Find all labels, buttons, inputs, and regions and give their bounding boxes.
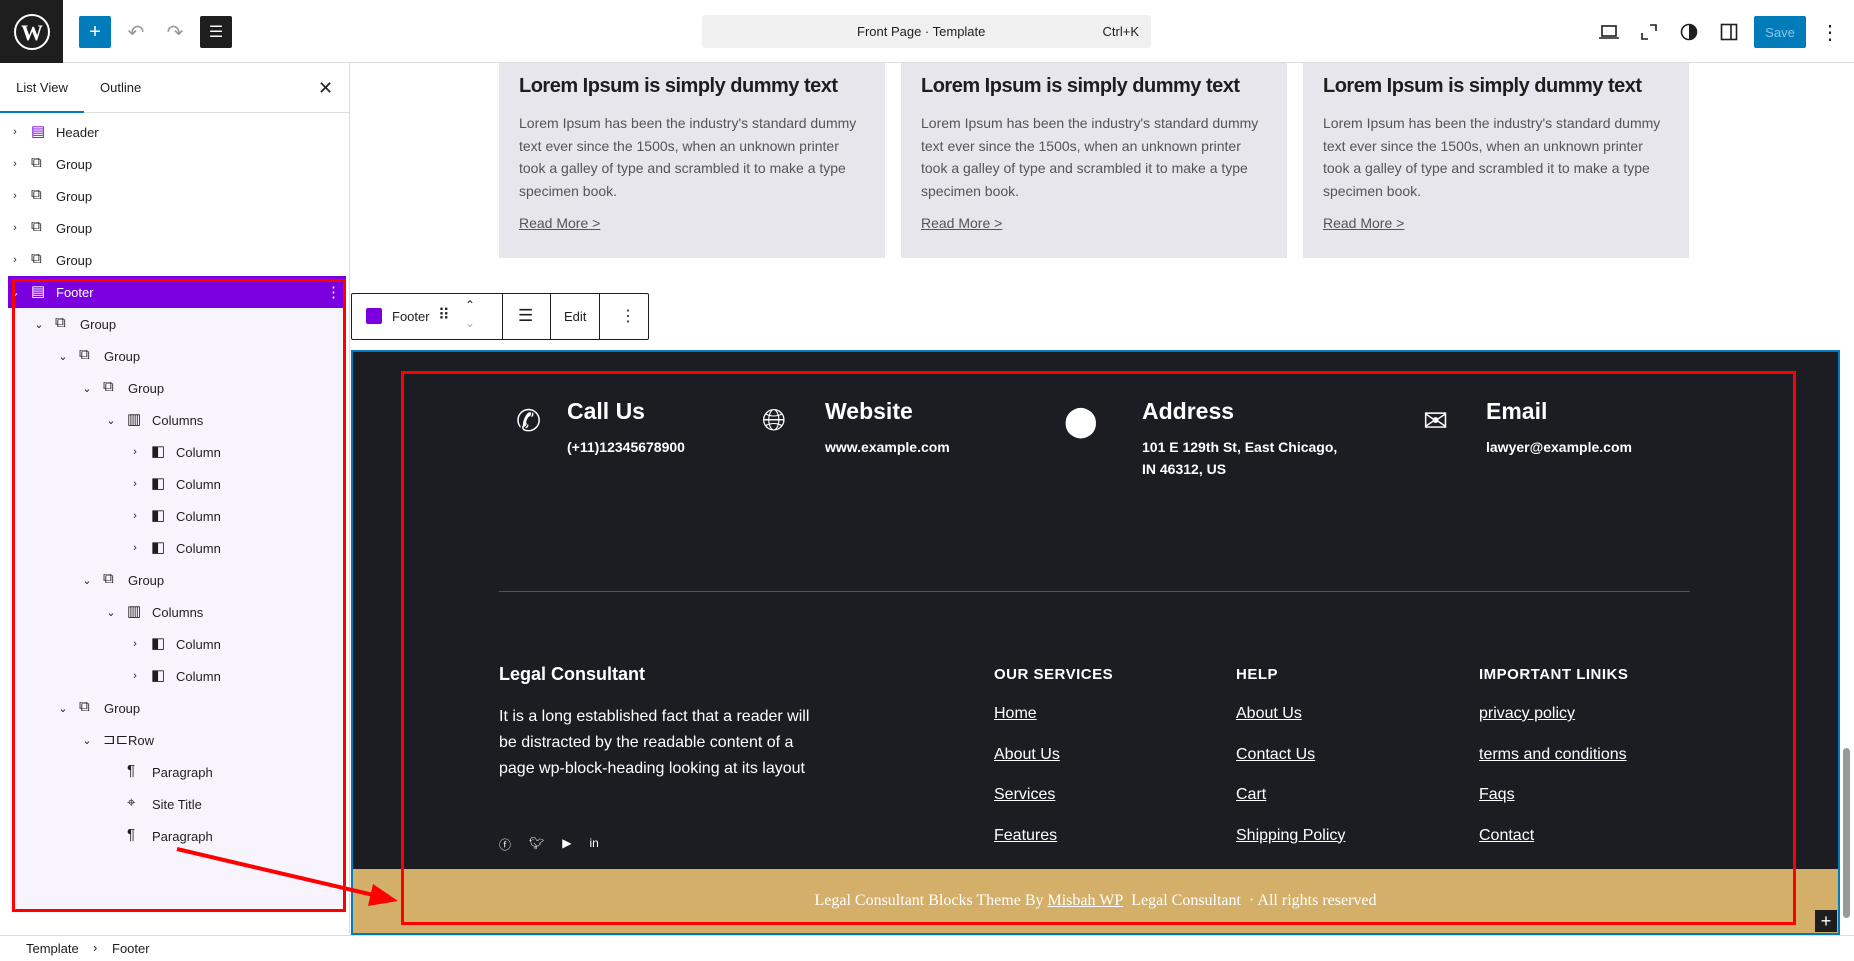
options-menu-icon[interactable]: ⋮ [1814, 16, 1846, 48]
tree-item-label: Group [56, 188, 93, 204]
tree-item-group[interactable]: › ⧉ Group [0, 244, 346, 276]
editor-canvas: Lorem Ipsum is simply dummy text Lorem Ip… [351, 63, 1840, 935]
annotation-highlight-box [12, 279, 346, 912]
post-card: Lorem Ipsum is simply dummy text Lorem Ip… [1303, 63, 1689, 258]
tree-item-label: Header [56, 124, 99, 140]
breadcrumb: Template › Footer [0, 935, 1854, 961]
settings-sidebar-icon[interactable] [1713, 16, 1745, 48]
card-title: Lorem Ipsum is simply dummy text [1323, 75, 1642, 97]
template-part-icon: ▤ [31, 123, 46, 140]
redo-button[interactable]: ↷ [159, 16, 191, 48]
chevron-right-icon[interactable]: › [9, 222, 21, 234]
tab-list-view[interactable]: List View [0, 63, 84, 113]
chevron-right-icon[interactable]: › [9, 158, 21, 170]
block-toolbar: Footer ⠿ ⌃ ⌄ ☰ Edit ⋮ [351, 293, 649, 340]
canvas-scrollbar[interactable] [1840, 63, 1854, 935]
tab-outline[interactable]: Outline [100, 63, 141, 113]
card-body: Lorem Ipsum has been the industry's stan… [1323, 115, 1661, 199]
tree-item-header[interactable]: › ▤ Header [0, 116, 346, 148]
save-button[interactable]: Save [1754, 16, 1806, 48]
move-down-icon[interactable]: ⌄ [465, 316, 475, 330]
top-toolbar: W + ↶ ↷ ☰ Front Page · Template Ctrl+K S… [0, 0, 1854, 63]
card-body: Lorem Ipsum has been the industry's stan… [921, 115, 1259, 199]
tree-item-label: Group [56, 252, 93, 268]
chevron-right-icon[interactable]: › [9, 126, 21, 138]
chevron-right-icon[interactable]: › [9, 190, 21, 202]
device-preview-icon[interactable] [1593, 16, 1625, 48]
read-more-link[interactable]: Read More > [1323, 215, 1669, 231]
group-icon: ⧉ [31, 186, 42, 203]
list-view-sidebar: List View Outline ✕ › ▤ Header › ⧉ Group › ⧉ Gro… [0, 63, 350, 935]
breadcrumb-template[interactable]: Template [26, 941, 79, 956]
annotation-highlight-box [401, 371, 1796, 925]
post-card: Lorem Ipsum is simply dummy text Lorem Ip… [499, 63, 885, 258]
group-icon: ⧉ [31, 218, 42, 235]
tree-item-group[interactable]: › ⧉ Group [0, 212, 346, 244]
footer-block[interactable]: ✆ Call Us (+11)12345678900 🌐︎ Website www.exa… [351, 350, 1840, 935]
scrollbar-thumb[interactable] [1843, 748, 1850, 918]
list-view-toggle-button[interactable]: ☰ [200, 16, 232, 48]
command-palette-button[interactable]: Front Page · Template Ctrl+K [702, 15, 1151, 48]
wordpress-icon: W [13, 13, 50, 50]
undo-button[interactable]: ↶ [120, 16, 152, 48]
tree-item-group[interactable]: › ⧉ Group [0, 148, 346, 180]
read-more-link[interactable]: Read More > [519, 215, 865, 231]
styles-contrast-icon[interactable] [1673, 16, 1705, 48]
card-title: Lorem Ipsum is simply dummy text [921, 75, 1240, 97]
read-more-link[interactable]: Read More > [921, 215, 1267, 231]
move-up-icon[interactable]: ⌃ [465, 298, 475, 312]
post-card: Lorem Ipsum is simply dummy text Lorem Ip… [901, 63, 1287, 258]
shortcut-hint: Ctrl+K [1102, 24, 1139, 39]
drag-handle-icon[interactable]: ⠿ [438, 305, 450, 325]
tree-item-label: Group [56, 220, 93, 236]
group-icon: ⧉ [31, 154, 42, 171]
svg-text:W: W [21, 20, 43, 45]
close-icon[interactable]: ✕ [318, 63, 333, 113]
add-block-button[interactable]: + [79, 16, 111, 48]
more-options-icon[interactable]: ⋮ [620, 306, 636, 326]
wordpress-logo-button[interactable]: W [0, 0, 63, 63]
group-icon: ⧉ [31, 250, 42, 267]
card-body: Lorem Ipsum has been the industry's stan… [519, 115, 857, 199]
add-block-inserter-button[interactable]: + [1815, 910, 1837, 932]
tree-item-group[interactable]: › ⧉ Group [0, 180, 346, 212]
block-type-label[interactable]: Footer [392, 309, 430, 324]
fullscreen-icon[interactable] [1633, 16, 1665, 48]
document-title: Front Page · Template [857, 24, 986, 39]
tree-item-label: Group [56, 156, 93, 172]
edit-button[interactable]: Edit [564, 309, 586, 324]
breadcrumb-footer[interactable]: Footer [112, 941, 150, 956]
align-full-icon[interactable]: ☰ [518, 306, 533, 326]
chevron-right-icon: › [93, 940, 98, 955]
card-title: Lorem Ipsum is simply dummy text [519, 75, 838, 97]
chevron-right-icon[interactable]: › [9, 254, 21, 266]
template-part-icon [366, 308, 382, 324]
